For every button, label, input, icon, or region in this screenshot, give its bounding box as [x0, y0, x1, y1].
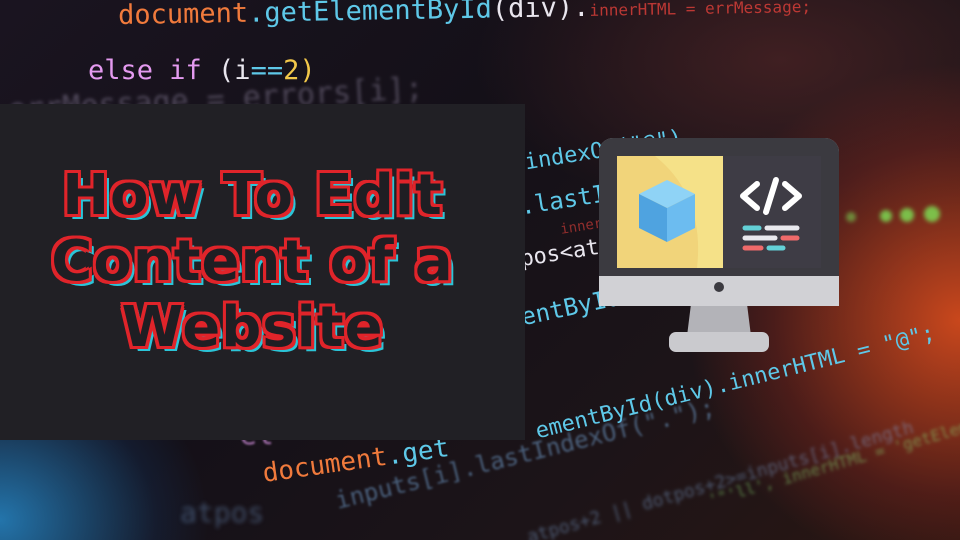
monitor-base — [669, 332, 769, 352]
code-line-14: atpos — [180, 496, 265, 529]
code-token: .getElementById — [247, 0, 493, 29]
title-line-1: How To Edit — [62, 163, 443, 228]
screen-right-panel — [723, 156, 821, 268]
bokeh-light — [880, 210, 892, 222]
title-panel: How To Edit Content of a Website — [0, 104, 525, 440]
bokeh-light — [900, 208, 914, 222]
title-line-3: Website — [121, 295, 384, 360]
code-token: else if — [88, 55, 202, 86]
monitor-code-icon — [599, 138, 839, 352]
code-line-5: .lastI — [518, 179, 609, 221]
title-line-2: Content of a — [51, 229, 454, 294]
page-title: How To Edit Content of a Website — [18, 163, 488, 361]
power-button-icon — [714, 282, 724, 292]
code-token: innerHTML = errMessage; — [589, 0, 812, 20]
code-token: (div). — [491, 0, 590, 25]
code-token: document — [117, 0, 249, 32]
thumbnail-canvas: document.getElementById(div).innerHTML =… — [0, 0, 960, 540]
bokeh-light — [846, 212, 856, 222]
code-line-1: document.getElementById(div).innerHTML =… — [118, 0, 811, 31]
bokeh-light — [924, 206, 940, 222]
